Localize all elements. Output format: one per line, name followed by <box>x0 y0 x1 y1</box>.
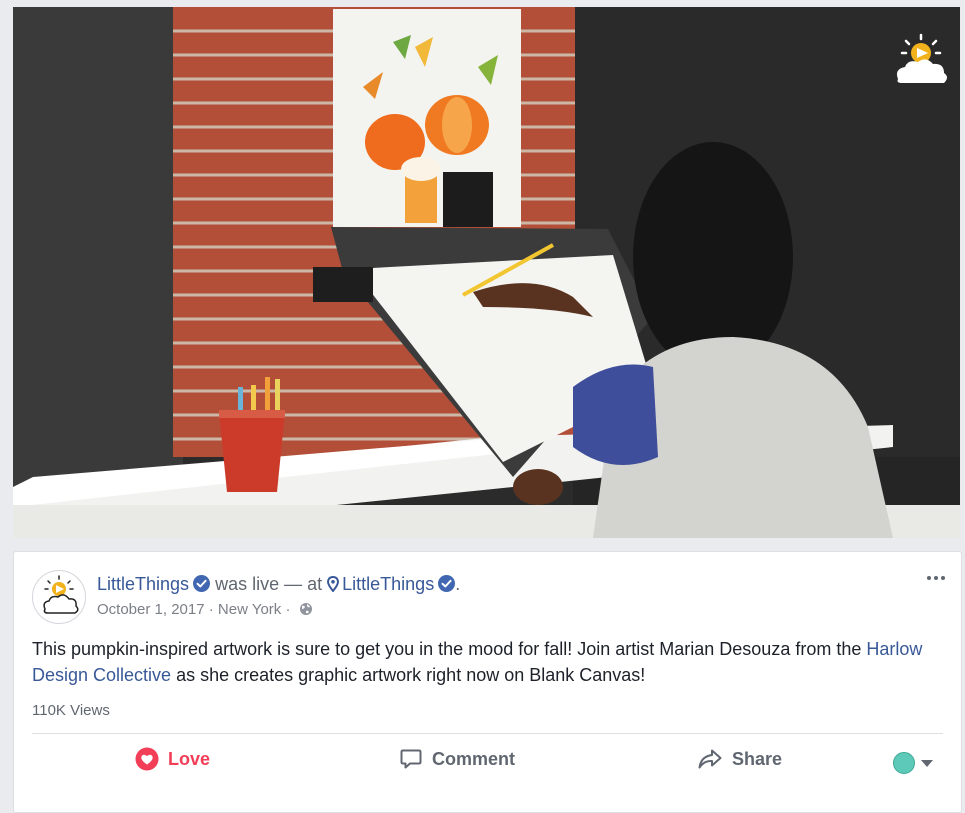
littlethings-logo-icon <box>43 575 79 614</box>
audience-selector[interactable] <box>893 752 933 774</box>
live-text: was live — at <box>215 574 323 594</box>
globe-icon[interactable] <box>299 602 313 616</box>
share-button[interactable]: Share <box>697 747 782 771</box>
love-label: Love <box>168 748 211 769</box>
comment-bubble-icon <box>400 749 422 769</box>
post-place-link[interactable]: New York <box>218 601 281 618</box>
location-pin-icon <box>327 576 340 592</box>
post-message-part1: This pumpkin-inspired artwork is sure to… <box>32 639 867 659</box>
post-card: LittleThings was live — at LittleThings.… <box>13 551 962 813</box>
view-count: 110K Views <box>32 702 110 719</box>
video-frame <box>13 7 960 538</box>
love-button[interactable]: Love <box>135 747 210 771</box>
page-name-link[interactable]: LittleThings <box>97 574 189 594</box>
action-bar: Love Comment Share <box>14 736 961 786</box>
heart-icon <box>135 747 159 771</box>
post-message-part2: as she creates graphic artwork right now… <box>171 665 646 685</box>
share-label: Share <box>732 748 783 769</box>
post-message: This pumpkin-inspired artwork is sure to… <box>32 636 942 688</box>
post-date-link[interactable]: October 1, 2017 <box>97 601 205 618</box>
verified-badge-icon <box>438 575 456 592</box>
location-link[interactable]: LittleThings <box>342 574 434 594</box>
verified-badge-icon <box>193 575 211 592</box>
littlethings-watermark-icon <box>896 33 947 83</box>
video-player[interactable] <box>13 7 960 538</box>
chevron-down-icon <box>921 759 933 767</box>
post-meta: October 1, 2017 · New York · <box>97 601 313 618</box>
post-header: LittleThings was live — at LittleThings. <box>97 574 460 595</box>
share-arrow-icon <box>698 749 722 769</box>
meta-separator: · <box>285 601 291 618</box>
comment-label: Comment <box>432 748 516 769</box>
audience-selector-icon <box>893 752 915 774</box>
page-avatar[interactable] <box>32 570 86 624</box>
header-period: . <box>455 574 461 594</box>
more-options-icon[interactable] <box>925 572 947 584</box>
meta-separator: · <box>208 601 214 618</box>
comment-button[interactable]: Comment <box>399 747 515 771</box>
actions-divider <box>32 733 943 734</box>
